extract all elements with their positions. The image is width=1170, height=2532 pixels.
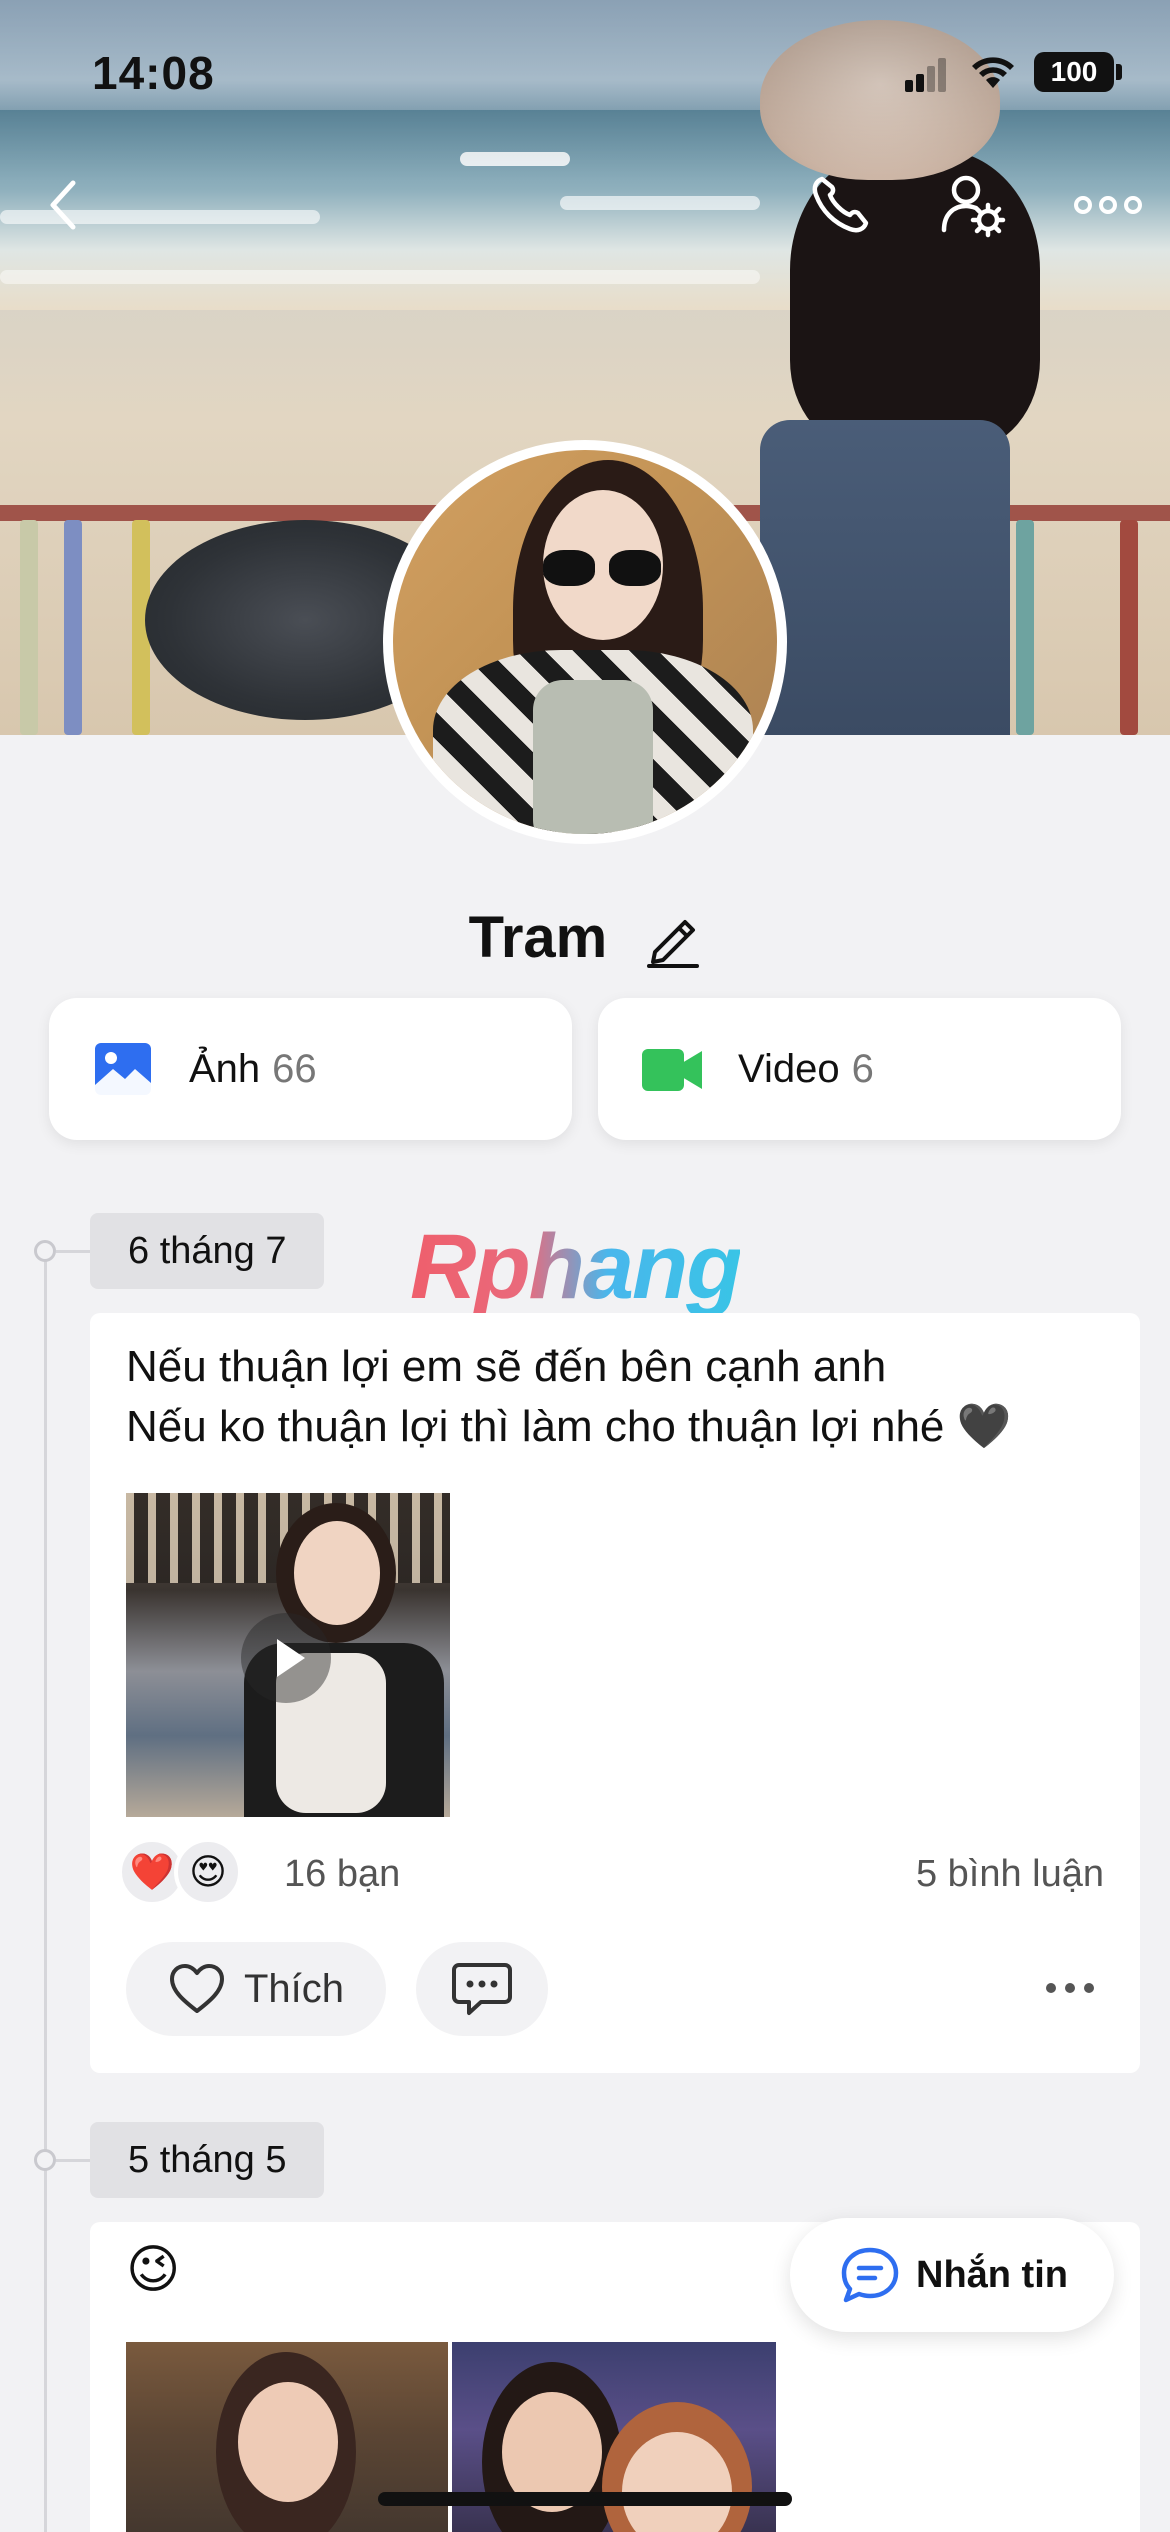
signal-icon bbox=[905, 58, 947, 92]
photos-count: 66 bbox=[272, 1046, 317, 1091]
profile-name-row: Tram bbox=[0, 900, 1170, 971]
post-text-line: Nếu ko thuận lợi thì làm cho thuận lợi n… bbox=[126, 1402, 1012, 1451]
battery-tip bbox=[1116, 64, 1122, 80]
comment-button[interactable] bbox=[416, 1942, 548, 2036]
profile-avatar[interactable] bbox=[383, 440, 787, 844]
cover-railing-post bbox=[20, 520, 38, 735]
comment-count[interactable]: 5 bình luận bbox=[916, 1853, 1104, 1896]
like-label: Thích bbox=[244, 1966, 345, 2011]
home-indicator[interactable] bbox=[378, 2492, 792, 2506]
cover-wave bbox=[0, 270, 760, 284]
play-icon bbox=[241, 1613, 331, 1703]
more-horizontal-icon bbox=[1074, 196, 1142, 214]
reaction-count[interactable]: 16 bạn bbox=[284, 1853, 400, 1896]
videos-label: Video bbox=[738, 1046, 840, 1091]
image-icon bbox=[95, 1043, 151, 1095]
status-bar: 14:08 100 bbox=[0, 0, 1170, 150]
phone-icon bbox=[812, 176, 869, 233]
profile-settings-button[interactable] bbox=[938, 170, 1008, 240]
comment-bubble-icon bbox=[452, 1963, 512, 2015]
post-more-icon[interactable] bbox=[1046, 1983, 1094, 1993]
video-camera-icon bbox=[642, 1049, 702, 1091]
videos-card[interactable]: Video 6 bbox=[598, 998, 1121, 1140]
watermark-logo: Rphang bbox=[410, 1216, 742, 1318]
heart-eyes-reaction-icon: 😍 bbox=[174, 1838, 242, 1906]
timeline-post[interactable]: Nếu thuận lợi em sẽ đến bên cạnh anh Nếu… bbox=[90, 1313, 1140, 2073]
chat-bubble-icon bbox=[841, 2247, 899, 2303]
profile-name: Tram bbox=[468, 905, 608, 971]
battery-icon: 100 bbox=[1034, 52, 1114, 92]
call-button[interactable] bbox=[805, 170, 875, 240]
timeline-dot bbox=[34, 2149, 56, 2171]
post-video-thumbnail[interactable] bbox=[126, 1493, 450, 1817]
edit-pencil-icon[interactable] bbox=[645, 908, 701, 968]
post-text: Nếu thuận lợi em sẽ đến bên cạnh anh Nếu… bbox=[126, 1337, 1011, 1457]
photos-label: Ảnh bbox=[189, 1046, 261, 1091]
post-text-line: Nếu thuận lợi em sẽ đến bên cạnh anh bbox=[126, 1342, 887, 1391]
heart-outline-icon bbox=[170, 1964, 224, 2013]
cover-person-jeans bbox=[760, 420, 1010, 735]
cover-railing-post bbox=[64, 520, 82, 735]
timeline-dot bbox=[34, 1240, 56, 1262]
user-gear-icon bbox=[941, 175, 1006, 238]
back-button[interactable] bbox=[28, 170, 98, 240]
photos-card[interactable]: Ảnh 66 bbox=[49, 998, 572, 1140]
wifi-icon bbox=[972, 57, 1014, 88]
cover-wave bbox=[560, 196, 760, 210]
timeline-connector bbox=[56, 2159, 90, 2162]
timeline-line bbox=[44, 1245, 47, 2532]
post-date-chip: 5 tháng 5 bbox=[90, 2122, 325, 2198]
avatar-image bbox=[393, 450, 777, 834]
more-options-button[interactable] bbox=[1070, 170, 1146, 240]
timeline-connector bbox=[56, 1250, 90, 1253]
cover-railing-post bbox=[1016, 520, 1034, 735]
post-text: 😉 bbox=[126, 2241, 181, 2299]
post-date-chip: 6 tháng 7 bbox=[90, 1213, 325, 1289]
status-time: 14:08 bbox=[92, 47, 215, 99]
videos-count: 6 bbox=[851, 1046, 874, 1091]
send-message-button[interactable]: Nhắn tin bbox=[790, 2218, 1114, 2332]
send-message-label: Nhắn tin bbox=[916, 2253, 1068, 2296]
like-button[interactable]: Thích bbox=[126, 1942, 386, 2036]
cover-railing-post bbox=[1120, 520, 1138, 735]
chevron-left-icon bbox=[50, 180, 76, 230]
